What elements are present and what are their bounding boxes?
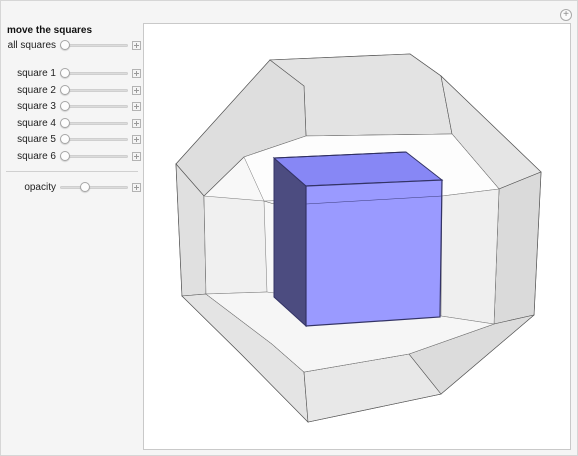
square-5-slider[interactable] [60,133,128,145]
slider-track [60,44,128,47]
control-opacity: opacity [5,181,141,193]
all-squares-label: all squares [7,39,56,51]
plus-square-icon[interactable] [132,134,141,144]
plus-square-icon[interactable] [132,68,141,78]
square-3-label: square 3 [17,100,56,112]
slider-thumb[interactable] [60,68,70,78]
slider-track [60,72,128,75]
control-square-6: square 6 [5,150,141,162]
square-5-label: square 5 [17,133,56,145]
control-square-5: square 5 [5,133,141,145]
slider-track [60,122,128,125]
divider [6,171,138,172]
all-squares-slider[interactable] [60,39,128,51]
slider-thumb[interactable] [60,134,70,144]
opacity-label: opacity [24,181,56,193]
square-2-label: square 2 [17,84,56,96]
plus-square-icon[interactable] [132,182,141,192]
app-frame: + move the squares all squares square 1 … [0,0,578,456]
square-1-slider[interactable] [60,67,128,79]
control-square-4: square 4 [5,117,141,129]
polyhedron-inner-face [440,188,500,325]
plus-square-icon[interactable] [132,85,141,95]
square-4-label: square 4 [17,117,56,129]
polyhedron-inner-face [203,195,268,295]
slider-track [60,89,128,92]
slider-track [60,105,128,108]
square-6-label: square 6 [17,150,56,162]
plus-square-icon[interactable] [132,118,141,128]
plus-square-icon[interactable] [132,151,141,161]
square-3-slider[interactable] [60,100,128,112]
polyhedron-view[interactable] [144,24,572,451]
square-2-slider[interactable] [60,84,128,96]
square-1-label: square 1 [17,67,56,79]
plus-circle-icon[interactable]: + [560,9,572,21]
plus-square-icon[interactable] [132,101,141,111]
control-square-1: square 1 [5,67,141,79]
slider-thumb[interactable] [60,151,70,161]
polyhedron-face [493,171,542,325]
slider-thumb[interactable] [60,118,70,128]
plus-square-icon[interactable] [132,40,141,50]
slider-thumb[interactable] [60,85,70,95]
cube-side-face [273,156,307,328]
control-all-squares: all squares [5,39,141,51]
slider-track [60,186,128,189]
slider-thumb[interactable] [80,182,91,192]
square-6-slider[interactable] [60,150,128,162]
graphics-canvas[interactable] [143,23,571,450]
slider-thumb[interactable] [60,101,70,111]
control-square-2: square 2 [5,84,141,96]
slider-track [60,155,128,158]
slider-thumb[interactable] [60,40,70,50]
opacity-slider[interactable] [60,181,128,193]
control-square-3: square 3 [5,100,141,112]
slider-track [60,138,128,141]
panel-title: move the squares [7,25,93,36]
cube-front-face [305,179,443,327]
square-4-slider[interactable] [60,117,128,129]
